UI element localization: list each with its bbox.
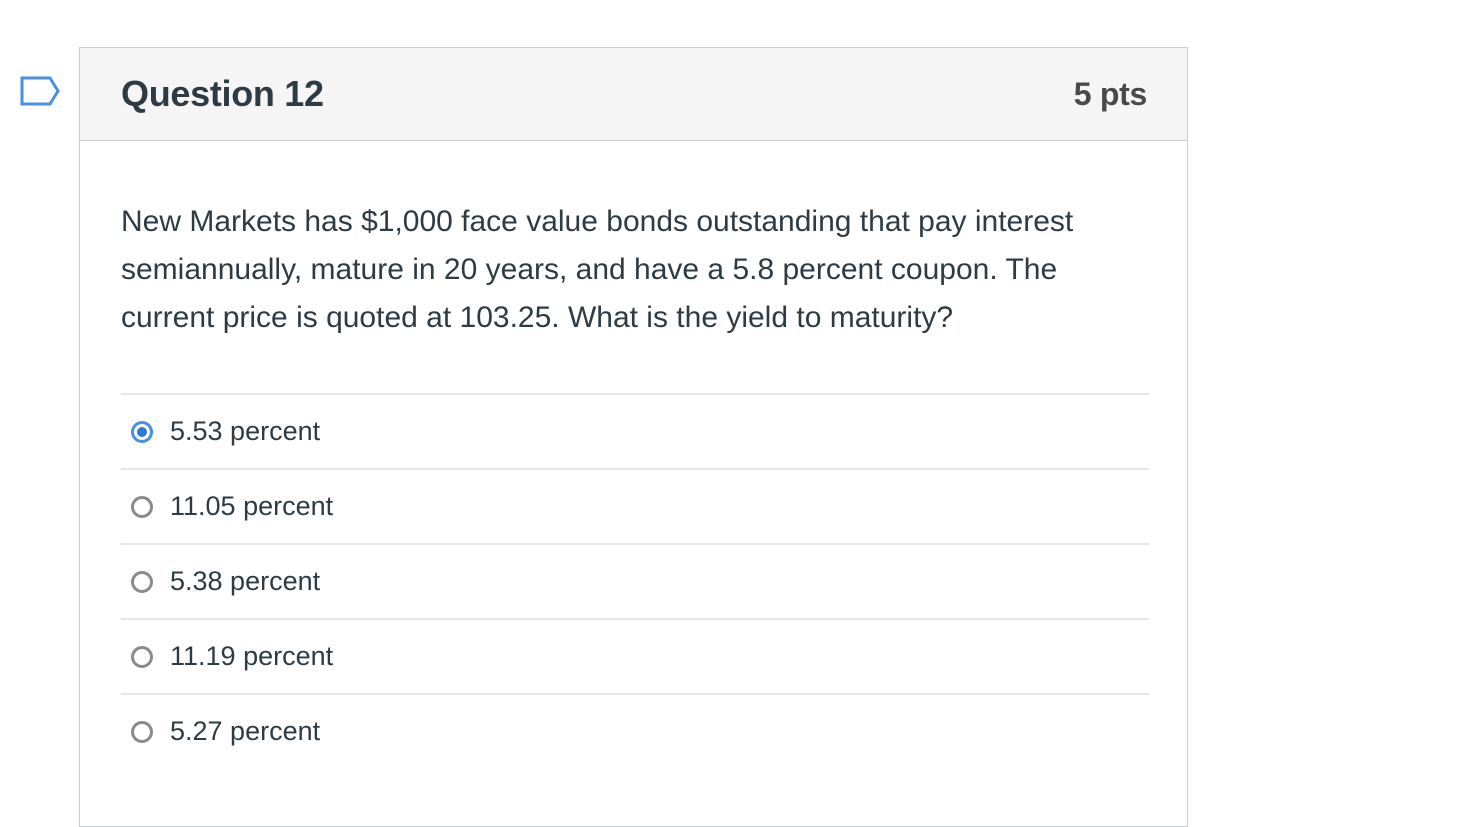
question-card: Question 12 5 pts New Markets has $1,000… — [79, 47, 1188, 827]
radio-button-selected-icon[interactable] — [131, 420, 153, 443]
answer-option[interactable]: 5.27 percent — [121, 693, 1149, 768]
answer-option[interactable]: 11.19 percent — [121, 618, 1149, 693]
answer-list: 5.53 percent 11.05 percent 5.38 percent … — [121, 393, 1149, 768]
radio-button-icon[interactable] — [131, 570, 153, 593]
answer-label[interactable]: 5.53 percent — [170, 416, 320, 447]
question-title: Question 12 — [121, 73, 324, 114]
bookmark-flag-icon[interactable] — [20, 76, 60, 106]
radio-button-icon[interactable] — [131, 720, 153, 743]
answer-label[interactable]: 5.38 percent — [170, 566, 320, 597]
answer-label[interactable]: 11.19 percent — [170, 641, 333, 672]
radio-button-icon[interactable] — [131, 645, 153, 668]
answer-option[interactable]: 11.05 percent — [121, 468, 1149, 543]
answer-option[interactable]: 5.53 percent — [121, 393, 1149, 468]
answer-label[interactable]: 11.05 percent — [170, 491, 333, 522]
answer-label[interactable]: 5.27 percent — [170, 716, 320, 747]
question-points: 5 pts — [1073, 75, 1148, 112]
answer-option[interactable]: 5.38 percent — [121, 543, 1149, 618]
question-body: New Markets has $1,000 face value bonds … — [80, 198, 1187, 768]
question-text: New Markets has $1,000 face value bonds … — [121, 205, 1074, 334]
question-header: Question 12 5 pts — [80, 48, 1187, 141]
radio-button-icon[interactable] — [131, 495, 153, 518]
